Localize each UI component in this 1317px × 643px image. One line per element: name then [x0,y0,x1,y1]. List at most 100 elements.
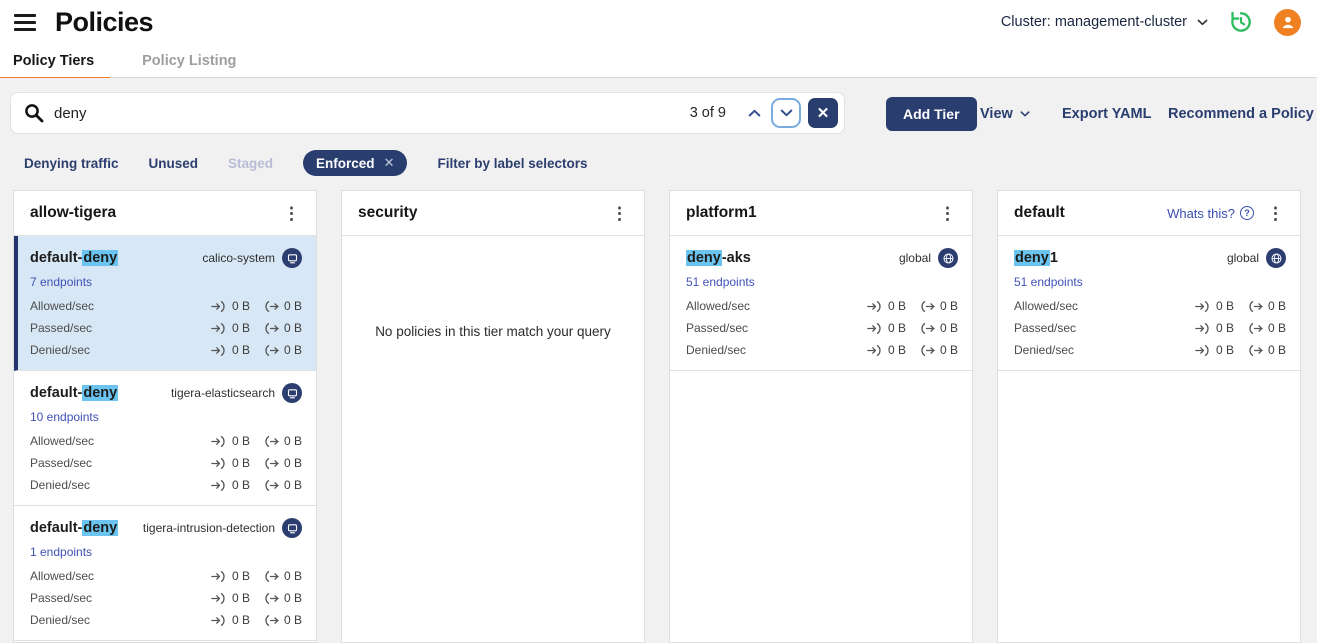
endpoints-link[interactable]: 7 endpoints [30,275,92,289]
empty-tier-message: No policies in this tier match your quer… [342,236,644,339]
policy-name-part: default- [30,385,82,401]
kebab-menu-icon[interactable]: ⋮ [607,205,632,222]
search-prev-button[interactable] [741,100,767,126]
view-dropdown[interactable]: View [980,97,1030,131]
egress-value: 0 B [284,569,302,583]
policy-card[interactable]: default-deny tigera-intrusion-detection … [14,506,316,641]
tier-name: security [358,204,417,222]
ingress-value: 0 B [1216,299,1234,313]
kebab-menu-icon[interactable]: ⋮ [1263,205,1288,222]
metric-row: Allowed/sec 0 B0 B [1014,299,1286,313]
scope-label: calico-system [202,251,275,265]
egress-icon [263,457,279,470]
chevron-down-icon [1197,19,1208,26]
close-icon: ✕ [817,106,830,121]
tier-columns: allow-tigera ⋮ default-deny calico-syste… [13,190,1301,643]
help-icon: ? [1240,206,1254,220]
ingress-icon [211,592,227,605]
metric-row: Passed/sec 0 B0 B [30,456,302,470]
metric-row: Denied/sec 0 B0 B [1014,343,1286,357]
ingress-icon [211,344,227,357]
history-icon[interactable] [1228,9,1254,35]
cluster-selector[interactable]: Cluster: management-cluster [1001,14,1208,30]
ingress-value: 0 B [232,343,250,357]
metric-label: Allowed/sec [30,299,94,313]
tier-header: default Whats this? ? ⋮ [998,191,1300,236]
policy-card[interactable]: deny1 global 51 endpoints Allowed/sec 0 … [998,236,1300,371]
ingress-icon [1195,344,1211,357]
tier-column-allow-tigera: allow-tigera ⋮ default-deny calico-syste… [13,190,317,643]
cluster-selector-label: Cluster: management-cluster [1001,14,1187,30]
endpoints-link[interactable]: 51 endpoints [1014,275,1083,289]
filter-label-selectors[interactable]: Filter by label selectors [437,156,587,171]
recommend-policy-button[interactable]: Recommend a Policy [1168,97,1314,131]
hamburger-menu-icon[interactable] [14,14,36,31]
egress-value: 0 B [1268,299,1286,313]
tab-policy-listing[interactable]: Policy Listing [126,44,252,78]
egress-icon [263,614,279,627]
tier-column-security: security ⋮ No policies in this tier matc… [341,190,645,643]
endpoints-link[interactable]: 10 endpoints [30,410,99,424]
metric-row: Denied/sec 0 B0 B [30,343,302,357]
user-avatar[interactable] [1274,9,1301,36]
add-tier-button[interactable]: Add Tier [886,97,977,131]
kebab-menu-icon[interactable]: ⋮ [279,205,304,222]
scope-label: global [899,251,931,265]
filter-unused[interactable]: Unused [149,156,199,171]
policy-card[interactable]: deny-aks global 51 endpoints Allowed/sec… [670,236,972,371]
content-area: 3 of 9 ✕ Add Tier View Export YAML Recom… [0,78,1317,643]
top-bar-right: Cluster: management-cluster [1001,0,1301,44]
metric-label: Passed/sec [30,321,92,335]
search-highlight: deny [82,250,118,266]
ingress-value: 0 B [1216,343,1234,357]
policy-scope: tigera-elasticsearch [171,383,302,403]
egress-value: 0 B [940,343,958,357]
egress-value: 0 B [284,321,302,335]
search-result-count: 3 of 9 [690,105,726,121]
person-icon [1278,12,1298,32]
namespace-icon [282,518,302,538]
ingress-icon [867,300,883,313]
policies-page: Policies Cluster: management-cluster Pol… [0,0,1317,643]
global-icon [1266,248,1286,268]
ingress-value: 0 B [232,434,250,448]
ingress-value: 0 B [232,299,250,313]
ingress-value: 0 B [888,299,906,313]
filter-enforced-chip[interactable]: Enforced ✕ [303,150,407,176]
metric-label: Passed/sec [30,456,92,470]
tab-policy-tiers[interactable]: Policy Tiers [0,44,110,78]
search-input[interactable] [54,105,690,122]
search-next-button[interactable] [771,98,801,128]
egress-value: 0 B [1268,321,1286,335]
policy-card[interactable]: default-deny tigera-elasticsearch 10 end… [14,371,316,506]
filter-staged[interactable]: Staged [228,156,273,171]
filter-denying-traffic[interactable]: Denying traffic [24,156,119,171]
endpoints-link[interactable]: 1 endpoints [30,545,92,559]
search-highlight: deny [82,520,118,536]
close-icon[interactable]: ✕ [384,155,395,171]
policy-name: default-deny [30,385,118,401]
metric-row: Allowed/sec 0 B0 B [30,434,302,448]
policy-name: deny-aks [686,250,751,266]
kebab-menu-icon[interactable]: ⋮ [935,205,960,222]
policy-card[interactable]: default-deny calico-system 7 endpoints A… [14,236,316,371]
egress-icon [263,592,279,605]
scope-label: tigera-elasticsearch [171,386,275,400]
policy-scope: tigera-intrusion-detection [143,518,302,538]
metric-label: Allowed/sec [30,434,94,448]
search-bar: 3 of 9 ✕ [10,92,845,134]
metric-label: Denied/sec [30,613,90,627]
whats-this-link[interactable]: Whats this? ? [1167,206,1254,221]
export-yaml-button[interactable]: Export YAML [1062,97,1151,131]
metric-row: Denied/sec 0 B0 B [686,343,958,357]
search-clear-button[interactable]: ✕ [808,98,838,128]
ingress-icon [211,479,227,492]
egress-value: 0 B [940,299,958,313]
ingress-icon [1195,322,1211,335]
metric-row: Allowed/sec 0 B0 B [30,569,302,583]
metric-row: Passed/sec 0 B0 B [30,591,302,605]
endpoints-link[interactable]: 51 endpoints [686,275,755,289]
top-bar: Policies Cluster: management-cluster [0,0,1317,44]
egress-icon [263,300,279,313]
namespace-icon [282,383,302,403]
